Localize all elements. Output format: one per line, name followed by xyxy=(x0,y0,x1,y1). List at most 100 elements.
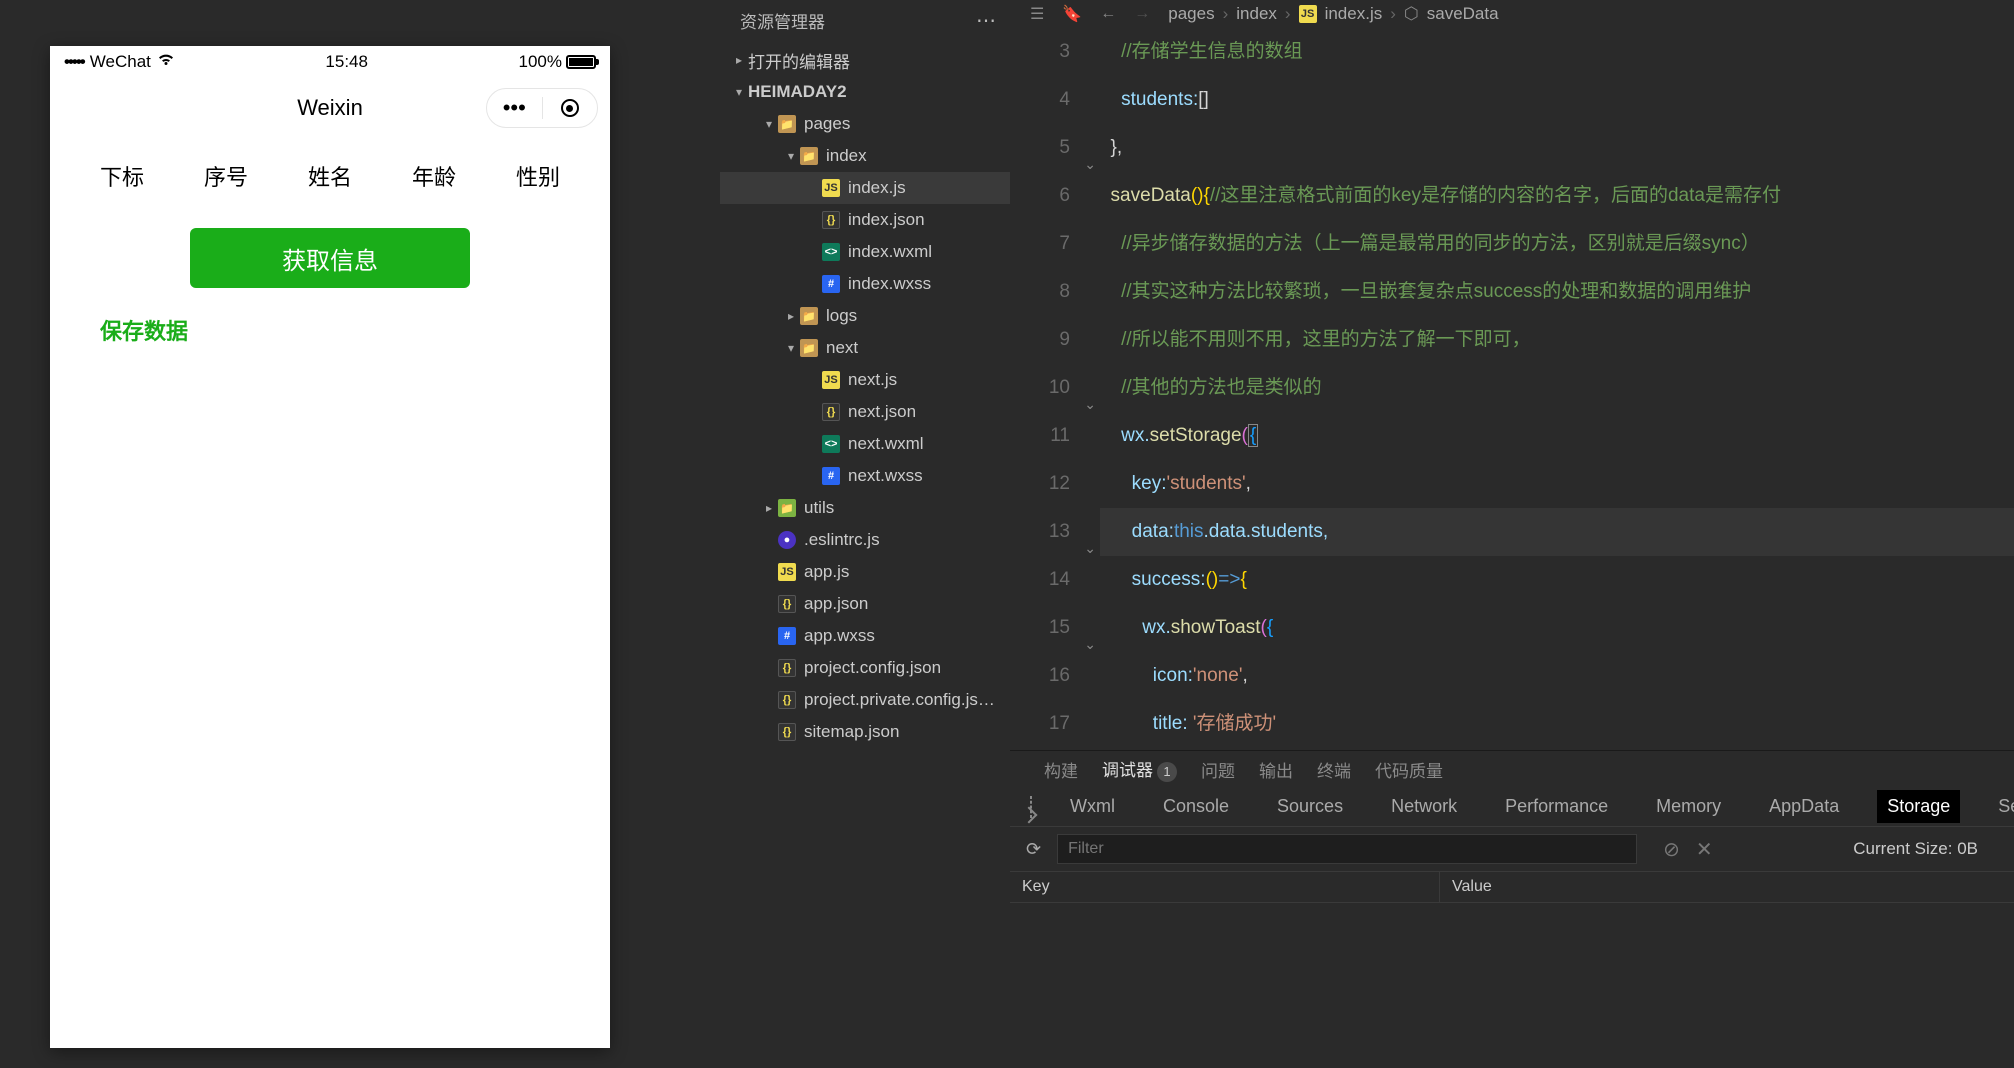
file-project-private-config-js-[interactable]: {}project.private.config.js… xyxy=(720,684,1010,716)
file-next-wxss[interactable]: #next.wxss xyxy=(720,460,1010,492)
status-bar: ••••• WeChat 15:48 100% xyxy=(50,46,610,78)
file-app-wxss[interactable]: #app.wxss xyxy=(720,620,1010,652)
tab-quality[interactable]: 代码质量 xyxy=(1375,757,1443,782)
battery-icon xyxy=(566,55,596,69)
file-next-js[interactable]: JSnext.js xyxy=(720,364,1010,396)
col-key: Key xyxy=(1010,872,1440,902)
fetch-info-button[interactable]: 获取信息 xyxy=(190,228,470,288)
tab-storage[interactable]: Storage xyxy=(1877,790,1960,823)
wxss-icon: # xyxy=(822,275,840,293)
nav-bar: Weixin ••• xyxy=(50,78,610,138)
tab-output[interactable]: 输出 xyxy=(1259,757,1293,782)
battery-indicator: 100% xyxy=(519,52,596,72)
json-icon: {} xyxy=(778,723,796,741)
time-label: 15:48 xyxy=(325,52,368,72)
element-picker-icon[interactable] xyxy=(1030,796,1032,818)
simulator-window: ••••• WeChat 15:48 100% Weixin ••• 下标 序号… xyxy=(50,46,610,1048)
file-index-wxml[interactable]: <>index.wxml xyxy=(720,236,1010,268)
bookmark-icon[interactable]: 🔖 xyxy=(1062,4,1082,24)
capsule-more-button[interactable]: ••• xyxy=(487,95,542,121)
filter-input[interactable] xyxy=(1057,834,1637,864)
tab-wxml[interactable]: Wxml xyxy=(1060,790,1125,823)
nav-forward-button[interactable]: → xyxy=(1134,5,1150,23)
signal-icon: ••••• xyxy=(64,52,84,72)
close-button[interactable]: ✕ xyxy=(1696,837,1713,862)
line-gutter[interactable]: 34⌄56789⌄101112⌄1314⌄151617 xyxy=(1010,28,1100,748)
bottom-panel: 构建 调试器1 问题 输出 终端 代码质量 Wxml Console Sourc… xyxy=(1010,750,2014,1068)
wxml-icon: <> xyxy=(822,243,840,261)
fold-toggle[interactable]: ⌄ xyxy=(1084,140,1096,188)
col-name: 姓名 xyxy=(308,160,352,192)
explorer-panel: 资源管理器 ⋯ ▸打开的编辑器 ▾HEIMADAY2 ▾📁pages▾📁inde… xyxy=(720,0,1010,1068)
json-icon: {} xyxy=(778,595,796,613)
folder-icon: 📁 xyxy=(800,307,818,325)
file-sitemap-json[interactable]: {}sitemap.json xyxy=(720,716,1010,748)
tab-terminal[interactable]: 终端 xyxy=(1317,757,1351,782)
file-next-wxml[interactable]: <>next.wxml xyxy=(720,428,1010,460)
outline-icon[interactable]: ☰ xyxy=(1030,4,1044,24)
js-icon: JS xyxy=(778,563,796,581)
section-open-editors[interactable]: ▸打开的编辑器 xyxy=(720,44,1010,76)
file--eslintrc-js[interactable]: ●.eslintrc.js xyxy=(720,524,1010,556)
file-index-wxss[interactable]: #index.wxss xyxy=(720,268,1010,300)
save-data-link[interactable]: 保存数据 xyxy=(70,314,590,346)
json-icon: {} xyxy=(778,659,796,677)
storage-table-header: Key Value xyxy=(1010,871,2014,903)
capsule-close-button[interactable] xyxy=(543,99,598,117)
tab-debugger[interactable]: 调试器1 xyxy=(1102,756,1177,782)
folder-icon: 📁 xyxy=(800,147,818,165)
file-utils[interactable]: ▸📁utils xyxy=(720,492,1010,524)
file-project-config-json[interactable]: {}project.config.json xyxy=(720,652,1010,684)
col-seq: 序号 xyxy=(204,160,248,192)
json-icon: {} xyxy=(778,691,796,709)
js-icon: JS xyxy=(822,371,840,389)
tab-memory[interactable]: Memory xyxy=(1646,790,1731,823)
wxss-icon: # xyxy=(778,627,796,645)
file-index[interactable]: ▾📁index xyxy=(720,140,1010,172)
reload-button[interactable]: ⟳ xyxy=(1026,839,1041,860)
section-project[interactable]: ▾HEIMADAY2 xyxy=(720,76,1010,108)
col-index: 下标 xyxy=(100,160,144,192)
tab-build[interactable]: 构建 xyxy=(1044,757,1078,782)
wxml-icon: <> xyxy=(822,435,840,453)
tab-network[interactable]: Network xyxy=(1381,790,1467,823)
battery-pct: 100% xyxy=(519,52,562,72)
panel-tabs-primary: 构建 调试器1 问题 输出 终端 代码质量 xyxy=(1010,751,2014,787)
breadcrumb[interactable]: pages› index› JSindex.js› ⬡saveData xyxy=(1168,4,1498,24)
fold-toggle[interactable]: ⌄ xyxy=(1084,380,1096,428)
explorer-more-button[interactable]: ⋯ xyxy=(976,8,998,33)
tab-sources[interactable]: Sources xyxy=(1267,790,1353,823)
clear-button[interactable]: ⊘ xyxy=(1663,837,1680,862)
file-index-json[interactable]: {}index.json xyxy=(720,204,1010,236)
file-next-json[interactable]: {}next.json xyxy=(720,396,1010,428)
wifi-icon xyxy=(157,52,175,72)
tab-security[interactable]: Security xyxy=(1988,790,2014,823)
eslint-icon: ● xyxy=(778,531,796,549)
tab-console[interactable]: Console xyxy=(1153,790,1239,823)
file-logs[interactable]: ▸📁logs xyxy=(720,300,1010,332)
file-app-json[interactable]: {}app.json xyxy=(720,588,1010,620)
explorer-title: 资源管理器 xyxy=(740,8,825,33)
wxss-icon: # xyxy=(822,467,840,485)
js-icon: JS xyxy=(1299,5,1317,23)
file-next[interactable]: ▾📁next xyxy=(720,332,1010,364)
tab-appdata[interactable]: AppData xyxy=(1759,790,1849,823)
js-icon: JS xyxy=(822,179,840,197)
fold-toggle[interactable]: ⌄ xyxy=(1084,524,1096,572)
function-icon: ⬡ xyxy=(1404,4,1419,24)
file-pages[interactable]: ▾📁pages xyxy=(720,108,1010,140)
tab-performance[interactable]: Performance xyxy=(1495,790,1618,823)
nav-back-button[interactable]: ← xyxy=(1100,5,1116,23)
storage-size-label: Current Size: 0B xyxy=(1853,839,1998,859)
json-icon: {} xyxy=(822,403,840,421)
file-index-js[interactable]: JSindex.js xyxy=(720,172,1010,204)
code-editor: ☰ 🔖 ← → pages› index› JSindex.js› ⬡saveD… xyxy=(1010,0,2014,742)
file-app-js[interactable]: JSapp.js xyxy=(720,556,1010,588)
code-area[interactable]: //存储学生信息的数组 students:[] }, saveData(){//… xyxy=(1100,28,2014,748)
json-icon: {} xyxy=(822,211,840,229)
target-icon xyxy=(561,99,579,117)
col-age: 年龄 xyxy=(412,160,456,192)
tab-problems[interactable]: 问题 xyxy=(1201,757,1235,782)
fold-toggle[interactable]: ⌄ xyxy=(1084,620,1096,668)
capsule-menu: ••• xyxy=(486,88,598,128)
